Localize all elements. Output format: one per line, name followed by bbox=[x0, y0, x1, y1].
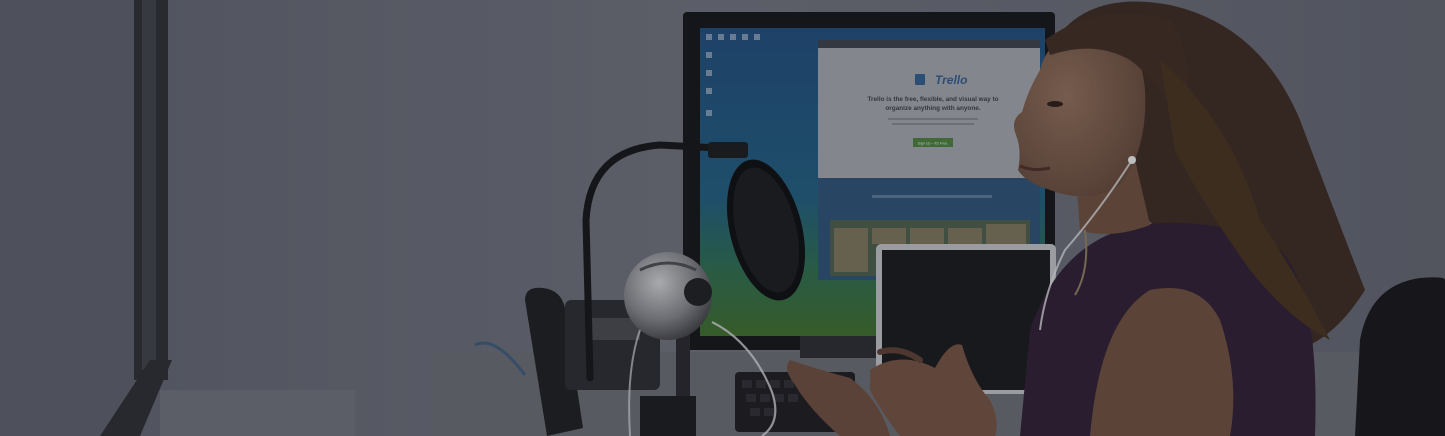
dark-overlay bbox=[0, 0, 1445, 436]
photo-scene: Trello Trello is the free, flexible, and… bbox=[0, 0, 1445, 436]
podcast-photo: Trello Trello is the free, flexible, and… bbox=[0, 0, 1445, 436]
